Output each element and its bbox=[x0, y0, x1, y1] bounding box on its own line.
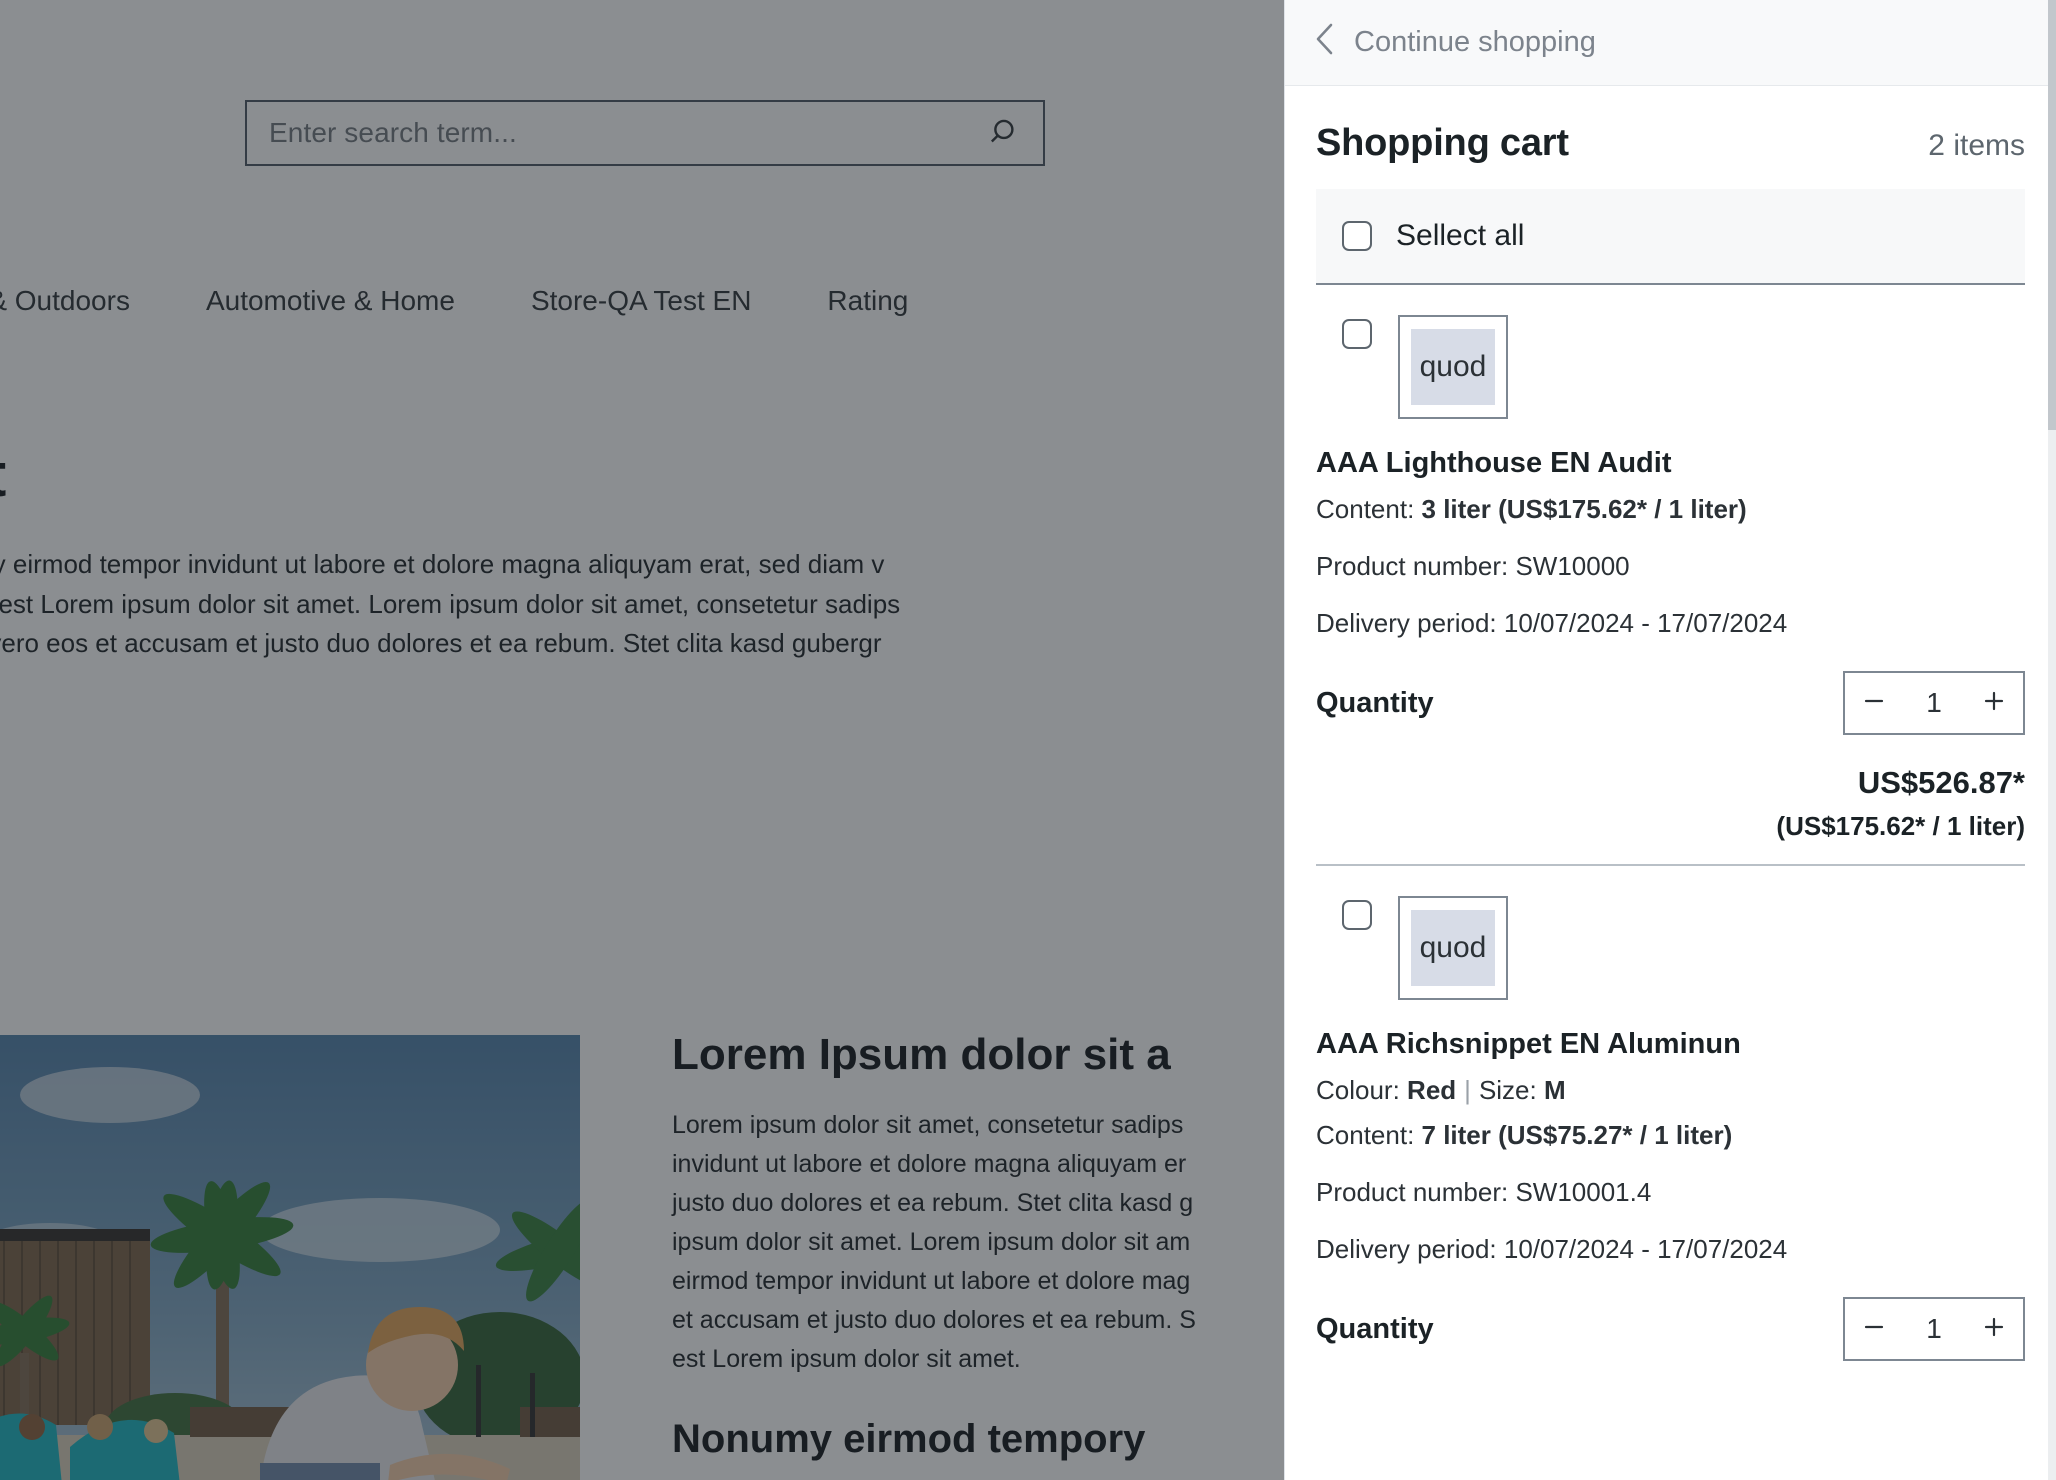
feature-line-4: ipsum dolor sit amet. Lorem ipsum dolor … bbox=[672, 1223, 1292, 1262]
line-item-price-block: US$526.87* (US$175.62* / 1 liter) bbox=[1316, 765, 2025, 842]
quantity-input[interactable]: 1 bbox=[1903, 1313, 1965, 1345]
cart-title-row: Shopping cart 2 items bbox=[1316, 86, 2025, 189]
product-number-value: SW10000 bbox=[1515, 551, 1629, 581]
product-thumbnail[interactable]: quod bbox=[1398, 896, 1508, 1000]
select-all-checkbox[interactable] bbox=[1342, 221, 1372, 251]
product-name[interactable]: AAA Richsnippet EN Aluminun bbox=[1316, 1028, 2025, 1061]
nav-item-garden-electronics-outdoors[interactable]: rden, Electronics & Outdoors bbox=[0, 285, 168, 317]
feature-image bbox=[0, 1035, 580, 1480]
hero-line-2: ea takimata sanctus est Lorem ipsum dolo… bbox=[0, 585, 1360, 625]
search-box[interactable]: Enter search term... bbox=[245, 100, 1045, 166]
product-thumbnail[interactable]: quod bbox=[1398, 315, 1508, 419]
plus-icon bbox=[1981, 1314, 2007, 1345]
search-button[interactable] bbox=[969, 102, 1043, 164]
delivery-period-value: 10/07/2024 - 17/07/2024 bbox=[1504, 608, 1787, 638]
cart-scrollbar-track[interactable] bbox=[2048, 0, 2056, 1480]
feature-line-3: justo duo dolores et ea rebum. Stet clit… bbox=[672, 1184, 1292, 1223]
quantity-decrease-button[interactable] bbox=[1845, 673, 1903, 733]
select-all-row[interactable]: Sellect all bbox=[1316, 189, 2025, 285]
feature-line-6: et accusam et justo duo dolores et ea re… bbox=[672, 1301, 1292, 1340]
nav-item-automotive-home[interactable]: Automotive & Home bbox=[168, 285, 493, 317]
delivery-period: Delivery period: 10/07/2024 - 17/07/2024 bbox=[1316, 1234, 2025, 1265]
feature-line-7: est Lorem ipsum dolor sit amet. bbox=[672, 1340, 1292, 1379]
cart-scrollbar-thumb[interactable] bbox=[2048, 0, 2056, 430]
hero-paragraph: litr, sed diam nonumy eirmod tempor invi… bbox=[0, 545, 1360, 664]
quantity-label: Quantity bbox=[1316, 1313, 1434, 1346]
product-content-value: 7 liter (US$75.27* / 1 liter) bbox=[1422, 1120, 1733, 1150]
minus-icon bbox=[1861, 688, 1887, 719]
product-number-value: SW10001.4 bbox=[1515, 1177, 1651, 1207]
product-content: Content: 3 liter (US$175.62* / 1 liter) bbox=[1316, 494, 2025, 525]
colour-value: Red bbox=[1407, 1075, 1456, 1105]
spacer bbox=[1316, 842, 2025, 864]
quantity-stepper[interactable]: 1 bbox=[1843, 671, 2025, 735]
continue-shopping-label: Continue shopping bbox=[1354, 26, 1596, 59]
quantity-label: Quantity bbox=[1316, 687, 1434, 720]
nav-item-store-qa-test-en[interactable]: Store-QA Test EN bbox=[493, 285, 789, 317]
search-input[interactable]: Enter search term... bbox=[247, 117, 969, 149]
size-label: Size: bbox=[1479, 1075, 1544, 1105]
product-number-label: Product number: bbox=[1316, 551, 1515, 581]
quantity-row: Quantity 1 bbox=[1316, 671, 2025, 735]
product-content-label: Content: bbox=[1316, 494, 1422, 524]
quantity-increase-button[interactable] bbox=[1965, 1299, 2023, 1359]
continue-shopping-button[interactable]: Continue shopping bbox=[1314, 22, 1596, 64]
search-icon bbox=[989, 116, 1023, 150]
hero-line-3: d diam voluptua. At vero eos et accusam … bbox=[0, 624, 1360, 664]
feature-text-block: Lorem Ipsum dolor sit a Lorem ipsum dolo… bbox=[672, 1030, 1292, 1462]
quantity-stepper[interactable]: 1 bbox=[1843, 1297, 2025, 1361]
line-item-total-price: US$526.87* bbox=[1316, 765, 2025, 801]
product-number: Product number: SW10000 bbox=[1316, 551, 2025, 582]
feature-paragraph: Lorem ipsum dolor sit amet, consetetur s… bbox=[672, 1106, 1292, 1379]
feature-heading: Lorem Ipsum dolor sit a bbox=[672, 1030, 1292, 1080]
search-row: Enter search term... bbox=[0, 100, 1290, 166]
line-item-checkbox[interactable] bbox=[1342, 319, 1372, 349]
quantity-input[interactable]: 1 bbox=[1903, 687, 1965, 719]
nav-item-rating[interactable]: Rating bbox=[789, 285, 946, 317]
page-title: sit amet bbox=[0, 440, 6, 511]
line-item-unit-price: (US$175.62* / 1 liter) bbox=[1316, 811, 2025, 842]
line-item-checkbox[interactable] bbox=[1342, 900, 1372, 930]
delivery-period: Delivery period: 10/07/2024 - 17/07/2024 bbox=[1316, 608, 2025, 639]
main-navigation: rden, Electronics & Outdoors Automotive … bbox=[0, 285, 1290, 317]
select-all-label: Sellect all bbox=[1396, 219, 1524, 253]
plus-icon bbox=[1981, 688, 2007, 719]
product-thumbnail-label: quod bbox=[1411, 329, 1495, 405]
product-number: Product number: SW10001.4 bbox=[1316, 1177, 2025, 1208]
product-number-label: Product number: bbox=[1316, 1177, 1515, 1207]
cart-body: Shopping cart 2 items Sellect all quod A… bbox=[1285, 86, 2056, 1480]
product-name[interactable]: AAA Lighthouse EN Audit bbox=[1316, 447, 2025, 480]
feature-subheading: Nonumy eirmod tempory bbox=[672, 1417, 1292, 1462]
minus-icon bbox=[1861, 1314, 1887, 1345]
hero-line-1: litr, sed diam nonumy eirmod tempor invi… bbox=[0, 545, 1360, 585]
product-thumbnail-label: quod bbox=[1411, 910, 1495, 986]
screen: Enter search term... rden, Electronics &… bbox=[0, 0, 2056, 1480]
cart-line-item: quod AAA Lighthouse EN Audit Content: 3 … bbox=[1316, 285, 2025, 866]
colour-label: Colour: bbox=[1316, 1075, 1407, 1105]
feature-line-1: Lorem ipsum dolor sit amet, consetetur s… bbox=[672, 1106, 1292, 1145]
delivery-period-value: 10/07/2024 - 17/07/2024 bbox=[1504, 1234, 1787, 1264]
size-value: M bbox=[1544, 1075, 1566, 1105]
product-variant: Colour: Red|Size: M bbox=[1316, 1075, 2025, 1106]
feature-line-2: invidunt ut labore et dolore magna aliqu… bbox=[672, 1145, 1292, 1184]
delivery-period-label: Delivery period: bbox=[1316, 608, 1504, 638]
cart-line-item: quod AAA Richsnippet EN Aluminun Colour:… bbox=[1316, 866, 2025, 1361]
product-content-label: Content: bbox=[1316, 1120, 1422, 1150]
product-content: Content: 7 liter (US$75.27* / 1 liter) bbox=[1316, 1120, 2025, 1151]
cart-title: Shopping cart bbox=[1316, 122, 1569, 165]
shopping-cart-offcanvas: Continue shopping Shopping cart 2 items … bbox=[1284, 0, 2056, 1480]
line-item-top: quod bbox=[1316, 315, 2025, 419]
line-item-top: quod bbox=[1316, 896, 2025, 1000]
delivery-period-label: Delivery period: bbox=[1316, 1234, 1504, 1264]
cart-item-count: 2 items bbox=[1928, 129, 2025, 163]
product-content-value: 3 liter (US$175.62* / 1 liter) bbox=[1422, 494, 1747, 524]
quantity-increase-button[interactable] bbox=[1965, 673, 2023, 733]
quantity-row: Quantity 1 bbox=[1316, 1297, 2025, 1361]
quantity-decrease-button[interactable] bbox=[1845, 1299, 1903, 1359]
variant-separator: | bbox=[1456, 1075, 1479, 1106]
cart-header: Continue shopping bbox=[1285, 0, 2056, 86]
feature-line-5: eirmod tempor invidunt ut labore et dolo… bbox=[672, 1262, 1292, 1301]
chevron-left-icon bbox=[1314, 22, 1336, 64]
